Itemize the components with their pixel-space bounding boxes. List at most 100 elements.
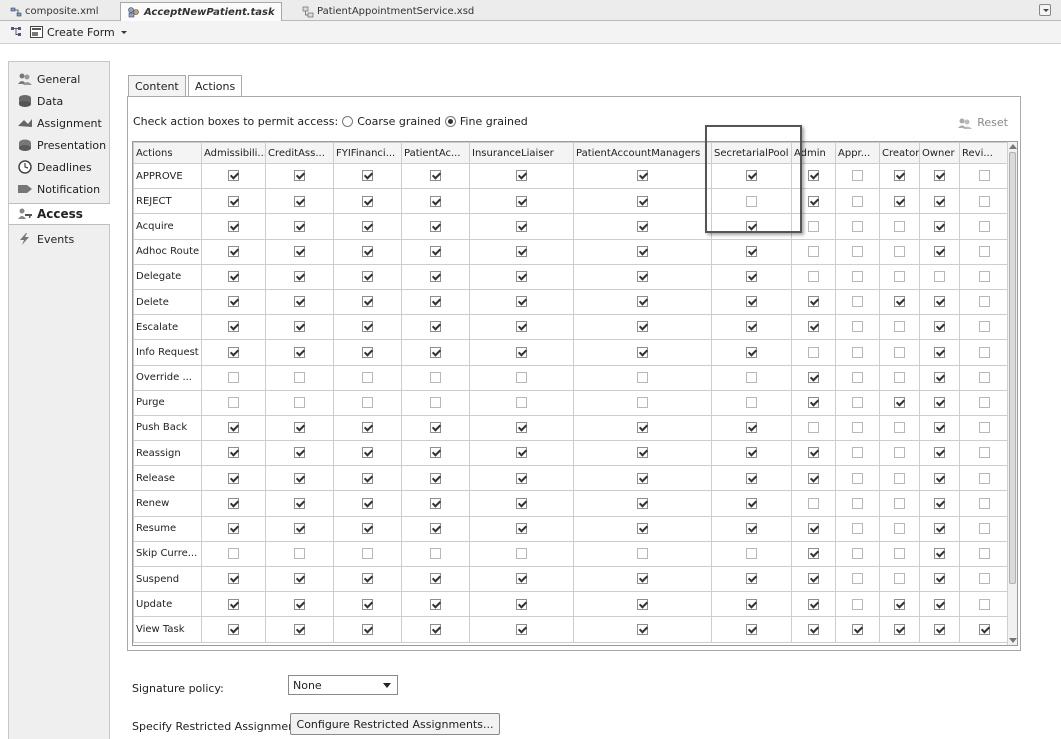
permission-checkbox[interactable]	[746, 522, 757, 534]
permission-checkbox[interactable]	[746, 598, 757, 610]
permission-checkbox[interactable]	[934, 371, 945, 383]
permission-checkbox[interactable]	[934, 397, 945, 409]
permission-checkbox[interactable]	[637, 371, 648, 383]
permission-checkbox[interactable]	[979, 346, 990, 358]
permission-checkbox[interactable]	[894, 271, 905, 283]
permission-checkbox[interactable]	[637, 497, 648, 509]
permission-checkbox[interactable]	[852, 397, 863, 409]
editor-tab-xsd[interactable]: PatientAppointmentService.xsd	[296, 2, 480, 21]
permission-checkbox[interactable]	[894, 346, 905, 358]
permission-checkbox[interactable]	[979, 371, 990, 383]
permission-checkbox[interactable]	[516, 598, 527, 610]
grid-vertical-scrollbar[interactable]	[1007, 142, 1017, 645]
permission-checkbox[interactable]	[430, 220, 441, 232]
column-header[interactable]: Appr...	[835, 142, 880, 164]
permission-checkbox[interactable]	[979, 623, 990, 635]
permission-checkbox[interactable]	[362, 245, 373, 257]
permission-checkbox[interactable]	[852, 447, 863, 459]
permission-checkbox[interactable]	[430, 371, 441, 383]
permission-checkbox[interactable]	[516, 522, 527, 534]
permission-checkbox[interactable]	[294, 472, 305, 484]
permission-checkbox[interactable]	[746, 497, 757, 509]
permission-checkbox[interactable]	[808, 346, 819, 358]
permission-checkbox[interactable]	[516, 245, 527, 257]
permission-checkbox[interactable]	[637, 195, 648, 207]
permission-checkbox[interactable]	[430, 598, 441, 610]
permission-checkbox[interactable]	[637, 296, 648, 308]
sidebar-item-presentation[interactable]: Presentation	[9, 134, 109, 156]
permission-checkbox[interactable]	[430, 573, 441, 585]
permission-checkbox[interactable]	[362, 371, 373, 383]
permission-checkbox[interactable]	[294, 598, 305, 610]
scroll-up-icon[interactable]	[1009, 144, 1017, 149]
column-header[interactable]: Actions	[133, 142, 202, 164]
permission-checkbox[interactable]	[979, 195, 990, 207]
permission-checkbox[interactable]	[979, 422, 990, 434]
permission-checkbox[interactable]	[979, 170, 990, 182]
permission-checkbox[interactable]	[808, 271, 819, 283]
permission-checkbox[interactable]	[852, 472, 863, 484]
permission-checkbox[interactable]	[637, 170, 648, 182]
permission-checkbox[interactable]	[934, 598, 945, 610]
permission-checkbox[interactable]	[894, 447, 905, 459]
permission-checkbox[interactable]	[516, 447, 527, 459]
permission-checkbox[interactable]	[852, 271, 863, 283]
permission-checkbox[interactable]	[294, 422, 305, 434]
permission-checkbox[interactable]	[516, 220, 527, 232]
permission-checkbox[interactable]	[516, 548, 527, 560]
permission-checkbox[interactable]	[979, 321, 990, 333]
permission-checkbox[interactable]	[516, 296, 527, 308]
permission-checkbox[interactable]	[852, 321, 863, 333]
permission-checkbox[interactable]	[516, 371, 527, 383]
permission-checkbox[interactable]	[294, 296, 305, 308]
permission-checkbox[interactable]	[979, 497, 990, 509]
permission-checkbox[interactable]	[294, 623, 305, 635]
permission-checkbox[interactable]	[637, 422, 648, 434]
permission-checkbox[interactable]	[934, 195, 945, 207]
permission-checkbox[interactable]	[362, 220, 373, 232]
permission-checkbox[interactable]	[746, 397, 757, 409]
permission-checkbox[interactable]	[430, 321, 441, 333]
editor-tab-task[interactable]: AcceptNewPatient.task	[120, 2, 282, 21]
permission-checkbox[interactable]	[430, 170, 441, 182]
permission-checkbox[interactable]	[894, 321, 905, 333]
permission-checkbox[interactable]	[746, 346, 757, 358]
permission-checkbox[interactable]	[637, 598, 648, 610]
permission-checkbox[interactable]	[979, 271, 990, 283]
permission-checkbox[interactable]	[362, 573, 373, 585]
permission-checkbox[interactable]	[746, 472, 757, 484]
permission-checkbox[interactable]	[294, 220, 305, 232]
permission-checkbox[interactable]	[934, 422, 945, 434]
permission-checkbox[interactable]	[294, 346, 305, 358]
column-header[interactable]: PatientAccountManagers	[573, 142, 712, 164]
permission-checkbox[interactable]	[362, 422, 373, 434]
permission-checkbox[interactable]	[894, 522, 905, 534]
permission-checkbox[interactable]	[934, 573, 945, 585]
permission-checkbox[interactable]	[979, 245, 990, 257]
permission-checkbox[interactable]	[294, 371, 305, 383]
permission-checkbox[interactable]	[362, 447, 373, 459]
column-header[interactable]: FYIFinanci...	[333, 142, 402, 164]
permission-checkbox[interactable]	[852, 346, 863, 358]
permission-checkbox[interactable]	[362, 195, 373, 207]
permission-checkbox[interactable]	[746, 573, 757, 585]
permission-checkbox[interactable]	[430, 623, 441, 635]
permission-checkbox[interactable]	[852, 296, 863, 308]
scroll-down-icon[interactable]	[1009, 638, 1017, 643]
permission-checkbox[interactable]	[228, 321, 239, 333]
permission-checkbox[interactable]	[228, 346, 239, 358]
permission-checkbox[interactable]	[852, 195, 863, 207]
permission-checkbox[interactable]	[934, 271, 945, 283]
reset-button[interactable]: Reset	[957, 116, 1008, 129]
permission-checkbox[interactable]	[808, 170, 819, 182]
permission-checkbox[interactable]	[852, 522, 863, 534]
permission-checkbox[interactable]	[637, 447, 648, 459]
permission-checkbox[interactable]	[294, 397, 305, 409]
permission-checkbox[interactable]	[894, 573, 905, 585]
permission-checkbox[interactable]	[746, 271, 757, 283]
permission-checkbox[interactable]	[430, 472, 441, 484]
permission-checkbox[interactable]	[228, 170, 239, 182]
permission-checkbox[interactable]	[934, 220, 945, 232]
permission-checkbox[interactable]	[637, 623, 648, 635]
permission-checkbox[interactable]	[294, 522, 305, 534]
